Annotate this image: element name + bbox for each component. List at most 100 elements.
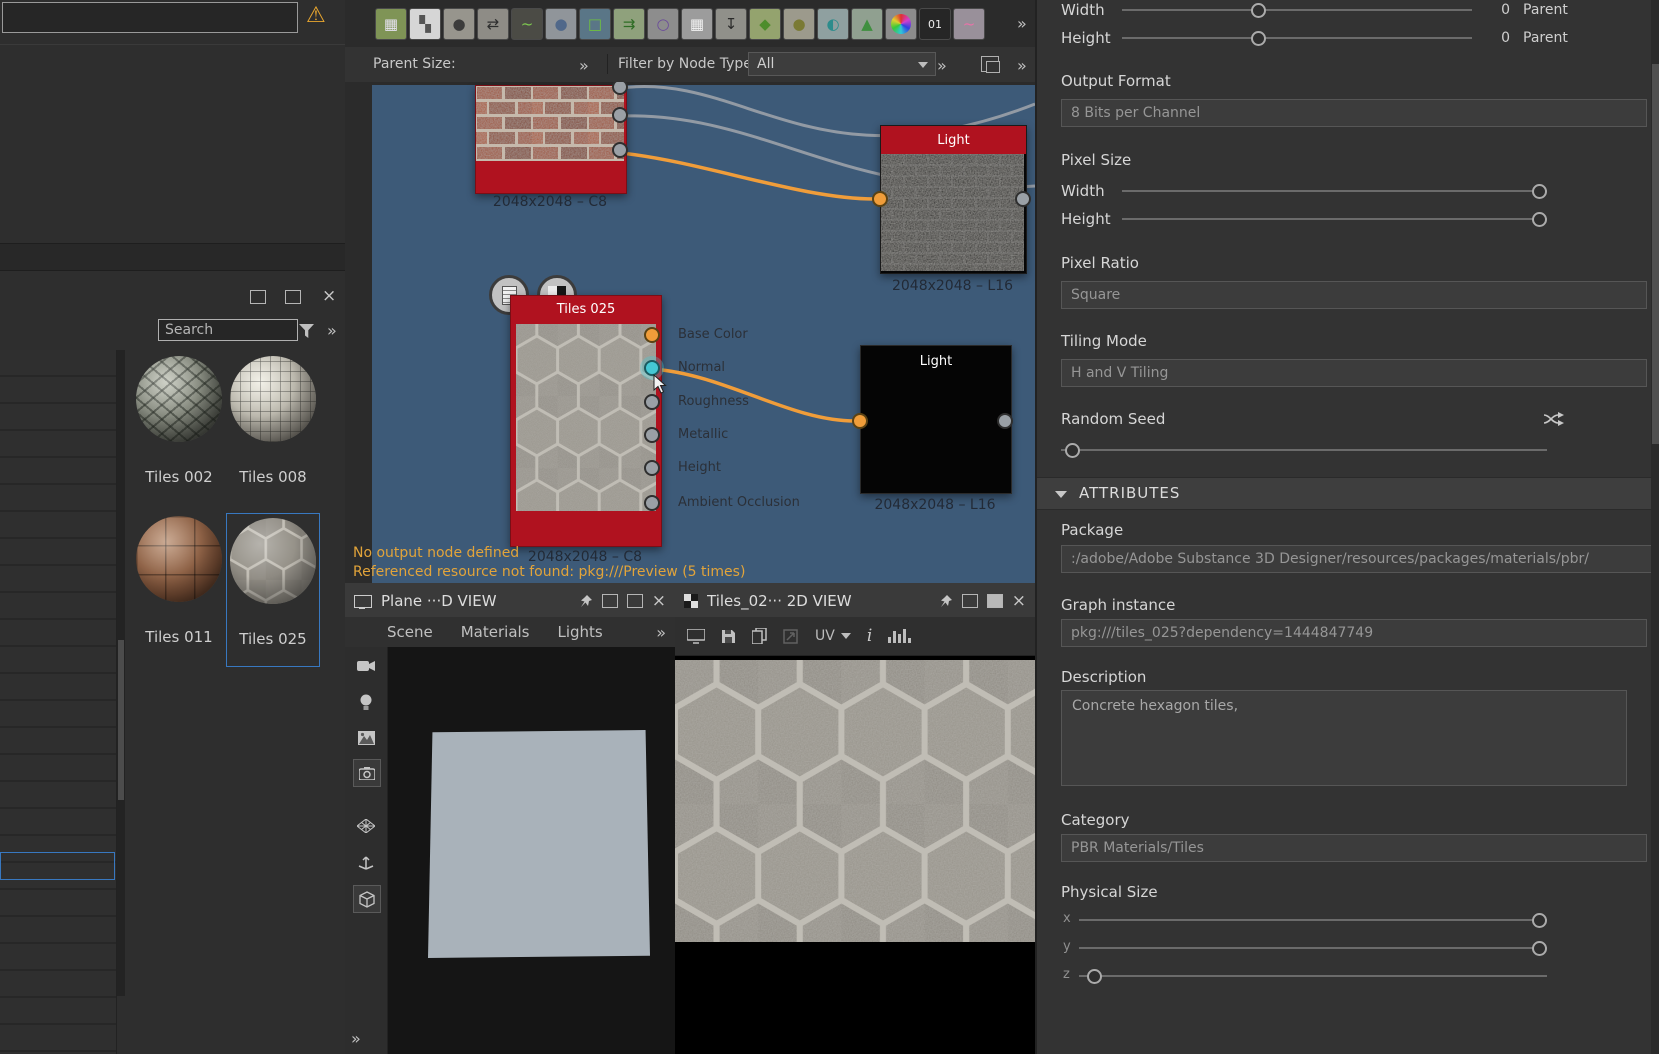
environment-image-icon[interactable] [353, 725, 379, 751]
toolbar-more-icon[interactable]: » [1017, 14, 1026, 33]
fill-node-icon[interactable]: ◆ [749, 8, 781, 40]
light-node-1[interactable]: Light [880, 125, 1027, 274]
texture-2d-image[interactable] [675, 660, 1035, 942]
node-type-filter-select[interactable]: All [748, 52, 936, 76]
arrange-nodes-icon[interactable] [981, 56, 999, 72]
blend-node-icon[interactable]: ● [443, 8, 475, 40]
light-bulb-icon[interactable] [353, 689, 379, 715]
slider-handle[interactable] [1065, 443, 1080, 458]
info-icon[interactable]: i [867, 626, 872, 646]
pin-icon[interactable] [579, 594, 593, 608]
uv-space-dropdown[interactable]: UV [815, 628, 851, 644]
height-node-icon[interactable]: ▲ [851, 8, 883, 40]
maximize-window-icon[interactable] [987, 594, 1003, 608]
tiles-025-node[interactable]: Tiles 025 [510, 295, 662, 547]
parent-size-more-icon[interactable]: » [579, 56, 588, 75]
slider-handle[interactable] [1532, 212, 1547, 227]
physical-z-slider[interactable] [1079, 968, 1547, 984]
tab-lights[interactable]: Lights [558, 623, 603, 641]
slider-track[interactable] [1079, 919, 1547, 921]
graph-instance-field[interactable]: pkg:///tiles_025?dependency=1444847749 [1061, 619, 1647, 647]
shape-node-icon[interactable]: ○ [647, 8, 679, 40]
output-dot[interactable] [997, 413, 1013, 429]
blur-node-icon[interactable]: ● [545, 8, 577, 40]
material-sphere[interactable] [136, 516, 222, 602]
height-slider[interactable] [1122, 30, 1472, 46]
input-dot[interactable] [852, 413, 868, 429]
save-icon[interactable] [721, 629, 736, 644]
tiling-mode-field[interactable]: H and V Tiling [1061, 359, 1647, 387]
tile-generator-node-icon[interactable]: ▦ [681, 8, 713, 40]
properties-scrollbar[interactable] [1651, 0, 1659, 1054]
bitmap-node-icon[interactable]: ▦ [375, 8, 407, 40]
search-input[interactable] [158, 319, 298, 341]
transform-node-icon[interactable]: □ [579, 8, 611, 40]
slider-track[interactable] [1079, 947, 1547, 949]
tab-scene[interactable]: Scene [387, 623, 433, 641]
slider-handle[interactable] [1087, 969, 1102, 984]
material-sphere[interactable] [136, 356, 222, 442]
slider-handle[interactable] [1532, 913, 1547, 928]
shuffle-icon[interactable] [1543, 411, 1565, 427]
pin-icon[interactable] [939, 594, 953, 608]
plane-mesh[interactable] [428, 730, 650, 958]
transform-icon[interactable] [783, 629, 799, 644]
output-node-icon[interactable]: ↧ [715, 8, 747, 40]
maximize-window-icon[interactable] [627, 594, 643, 608]
material-thumb-tiles-025[interactable]: Tiles 025 [226, 513, 320, 667]
channel-shuffle-node-icon[interactable]: ⇄ [477, 8, 509, 40]
light-node-2[interactable]: Light [860, 345, 1012, 494]
roughness-output-dot[interactable] [644, 394, 660, 410]
material-sphere[interactable] [230, 356, 316, 442]
slider-track[interactable] [1061, 449, 1547, 451]
graph-view[interactable]: 2048x2048 – C8 Light 2048x2048 – L16 Til… [345, 82, 1035, 583]
output-dot[interactable] [612, 142, 628, 158]
tabs-more-icon[interactable]: » [656, 623, 665, 642]
ground-grid-icon[interactable] [353, 813, 379, 839]
float-window-icon[interactable] [962, 594, 978, 608]
slider-handle[interactable] [1251, 3, 1266, 18]
explorer-rows[interactable] [0, 350, 117, 1054]
move-gizmo-icon[interactable] [353, 849, 379, 875]
material-thumb-tiles-011[interactable]: Tiles 011 [133, 512, 225, 664]
expression-input[interactable] [2, 2, 298, 33]
package-field[interactable]: :/adobe/Adobe Substance 3D Designer/reso… [1061, 545, 1659, 573]
cube-icon[interactable] [353, 885, 381, 913]
base-color-output-dot[interactable] [644, 327, 660, 343]
explorer-selected-row[interactable] [0, 852, 115, 880]
close-panel-icon[interactable]: × [322, 289, 336, 303]
output-format-field[interactable]: 8 Bits per Channel [1061, 99, 1647, 127]
metallic-output-dot[interactable] [644, 427, 660, 443]
pixel-ratio-field[interactable]: Square [1061, 281, 1647, 309]
graph-toolbar-more-icon[interactable]: » [1017, 56, 1026, 75]
maximize-panel-icon[interactable] [285, 290, 301, 304]
category-field[interactable]: PBR Materials/Tiles [1061, 834, 1647, 862]
output-dot[interactable] [1015, 191, 1031, 207]
slider-track[interactable] [1122, 9, 1472, 11]
physical-y-slider[interactable] [1079, 940, 1547, 956]
view2d-header[interactable]: Tiles_02··· 2D VIEW × [675, 585, 1035, 617]
view3d-viewport[interactable] [387, 647, 675, 1054]
value-node-icon[interactable]: 01 [919, 8, 951, 40]
close-window-icon[interactable]: × [652, 594, 666, 608]
filter-more-icon[interactable]: » [937, 56, 946, 75]
slider-handle[interactable] [1251, 31, 1266, 46]
float-panel-icon[interactable] [250, 290, 266, 304]
slider-handle[interactable] [1532, 184, 1547, 199]
attributes-section-header[interactable]: ATTRIBUTES [1037, 477, 1651, 510]
uniform-color-node-icon[interactable]: ● [783, 8, 815, 40]
slider-track[interactable] [1079, 975, 1547, 977]
close-window-icon[interactable]: × [1012, 594, 1026, 608]
slider-handle[interactable] [1532, 941, 1547, 956]
material-sphere[interactable] [230, 518, 316, 604]
sphere-node-icon[interactable]: ◐ [817, 8, 849, 40]
pixel-width-slider[interactable] [1122, 183, 1547, 199]
filter-icon[interactable] [299, 324, 314, 338]
float-window-icon[interactable] [602, 594, 618, 608]
rgba-merge-node-icon[interactable] [885, 8, 917, 40]
pixel-height-slider[interactable] [1122, 211, 1547, 227]
display-settings-icon[interactable] [687, 629, 705, 644]
physical-x-slider[interactable] [1079, 912, 1547, 928]
random-seed-slider[interactable] [1061, 442, 1547, 458]
material-thumb-tiles-008[interactable]: Tiles 008 [227, 352, 319, 504]
